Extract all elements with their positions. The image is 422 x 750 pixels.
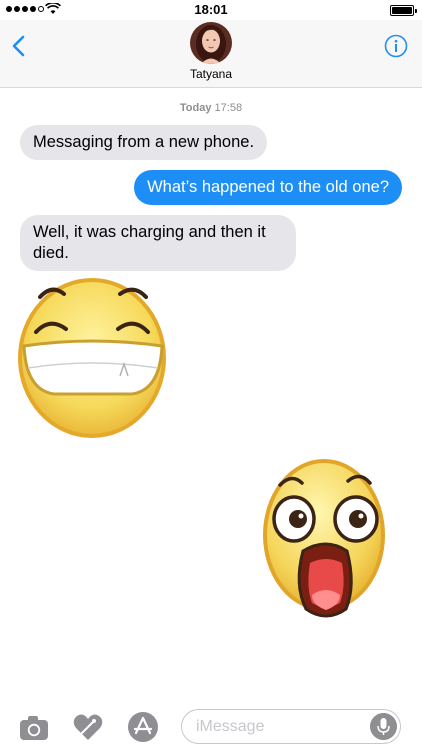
message-field[interactable]	[181, 709, 401, 744]
outgoing-message-bubble[interactable]: What’s happened to the old one?	[134, 170, 402, 205]
timestamp-day: Today	[179, 102, 212, 114]
timestamp-time: 17:58	[214, 102, 243, 114]
status-bar: 18:01	[0, 0, 422, 20]
incoming-message-bubble[interactable]: Messaging from a new phone.	[20, 125, 268, 160]
microphone-icon[interactable]	[370, 713, 397, 740]
contact-name[interactable]: Tatyana	[0, 67, 422, 81]
incoming-message-bubble[interactable]: Well, it was charging and then it died.	[20, 215, 296, 271]
conversation-header: Tatyana	[0, 20, 422, 88]
grinning-emoji-sticker[interactable]	[12, 272, 174, 444]
digital-touch-icon[interactable]	[72, 711, 104, 743]
battery-icon	[390, 5, 417, 16]
app-store-icon[interactable]	[127, 711, 159, 743]
imessage-input[interactable]	[196, 717, 366, 737]
message-input-bar	[0, 704, 422, 750]
info-icon[interactable]	[384, 34, 408, 58]
status-time: 18:01	[194, 2, 228, 17]
chevron-left-icon[interactable]	[8, 34, 32, 58]
message-timestamp: Today 17:58	[0, 102, 422, 114]
shocked-emoji-sticker[interactable]	[260, 455, 388, 627]
camera-icon[interactable]	[18, 711, 50, 743]
avatar[interactable]	[190, 22, 232, 64]
